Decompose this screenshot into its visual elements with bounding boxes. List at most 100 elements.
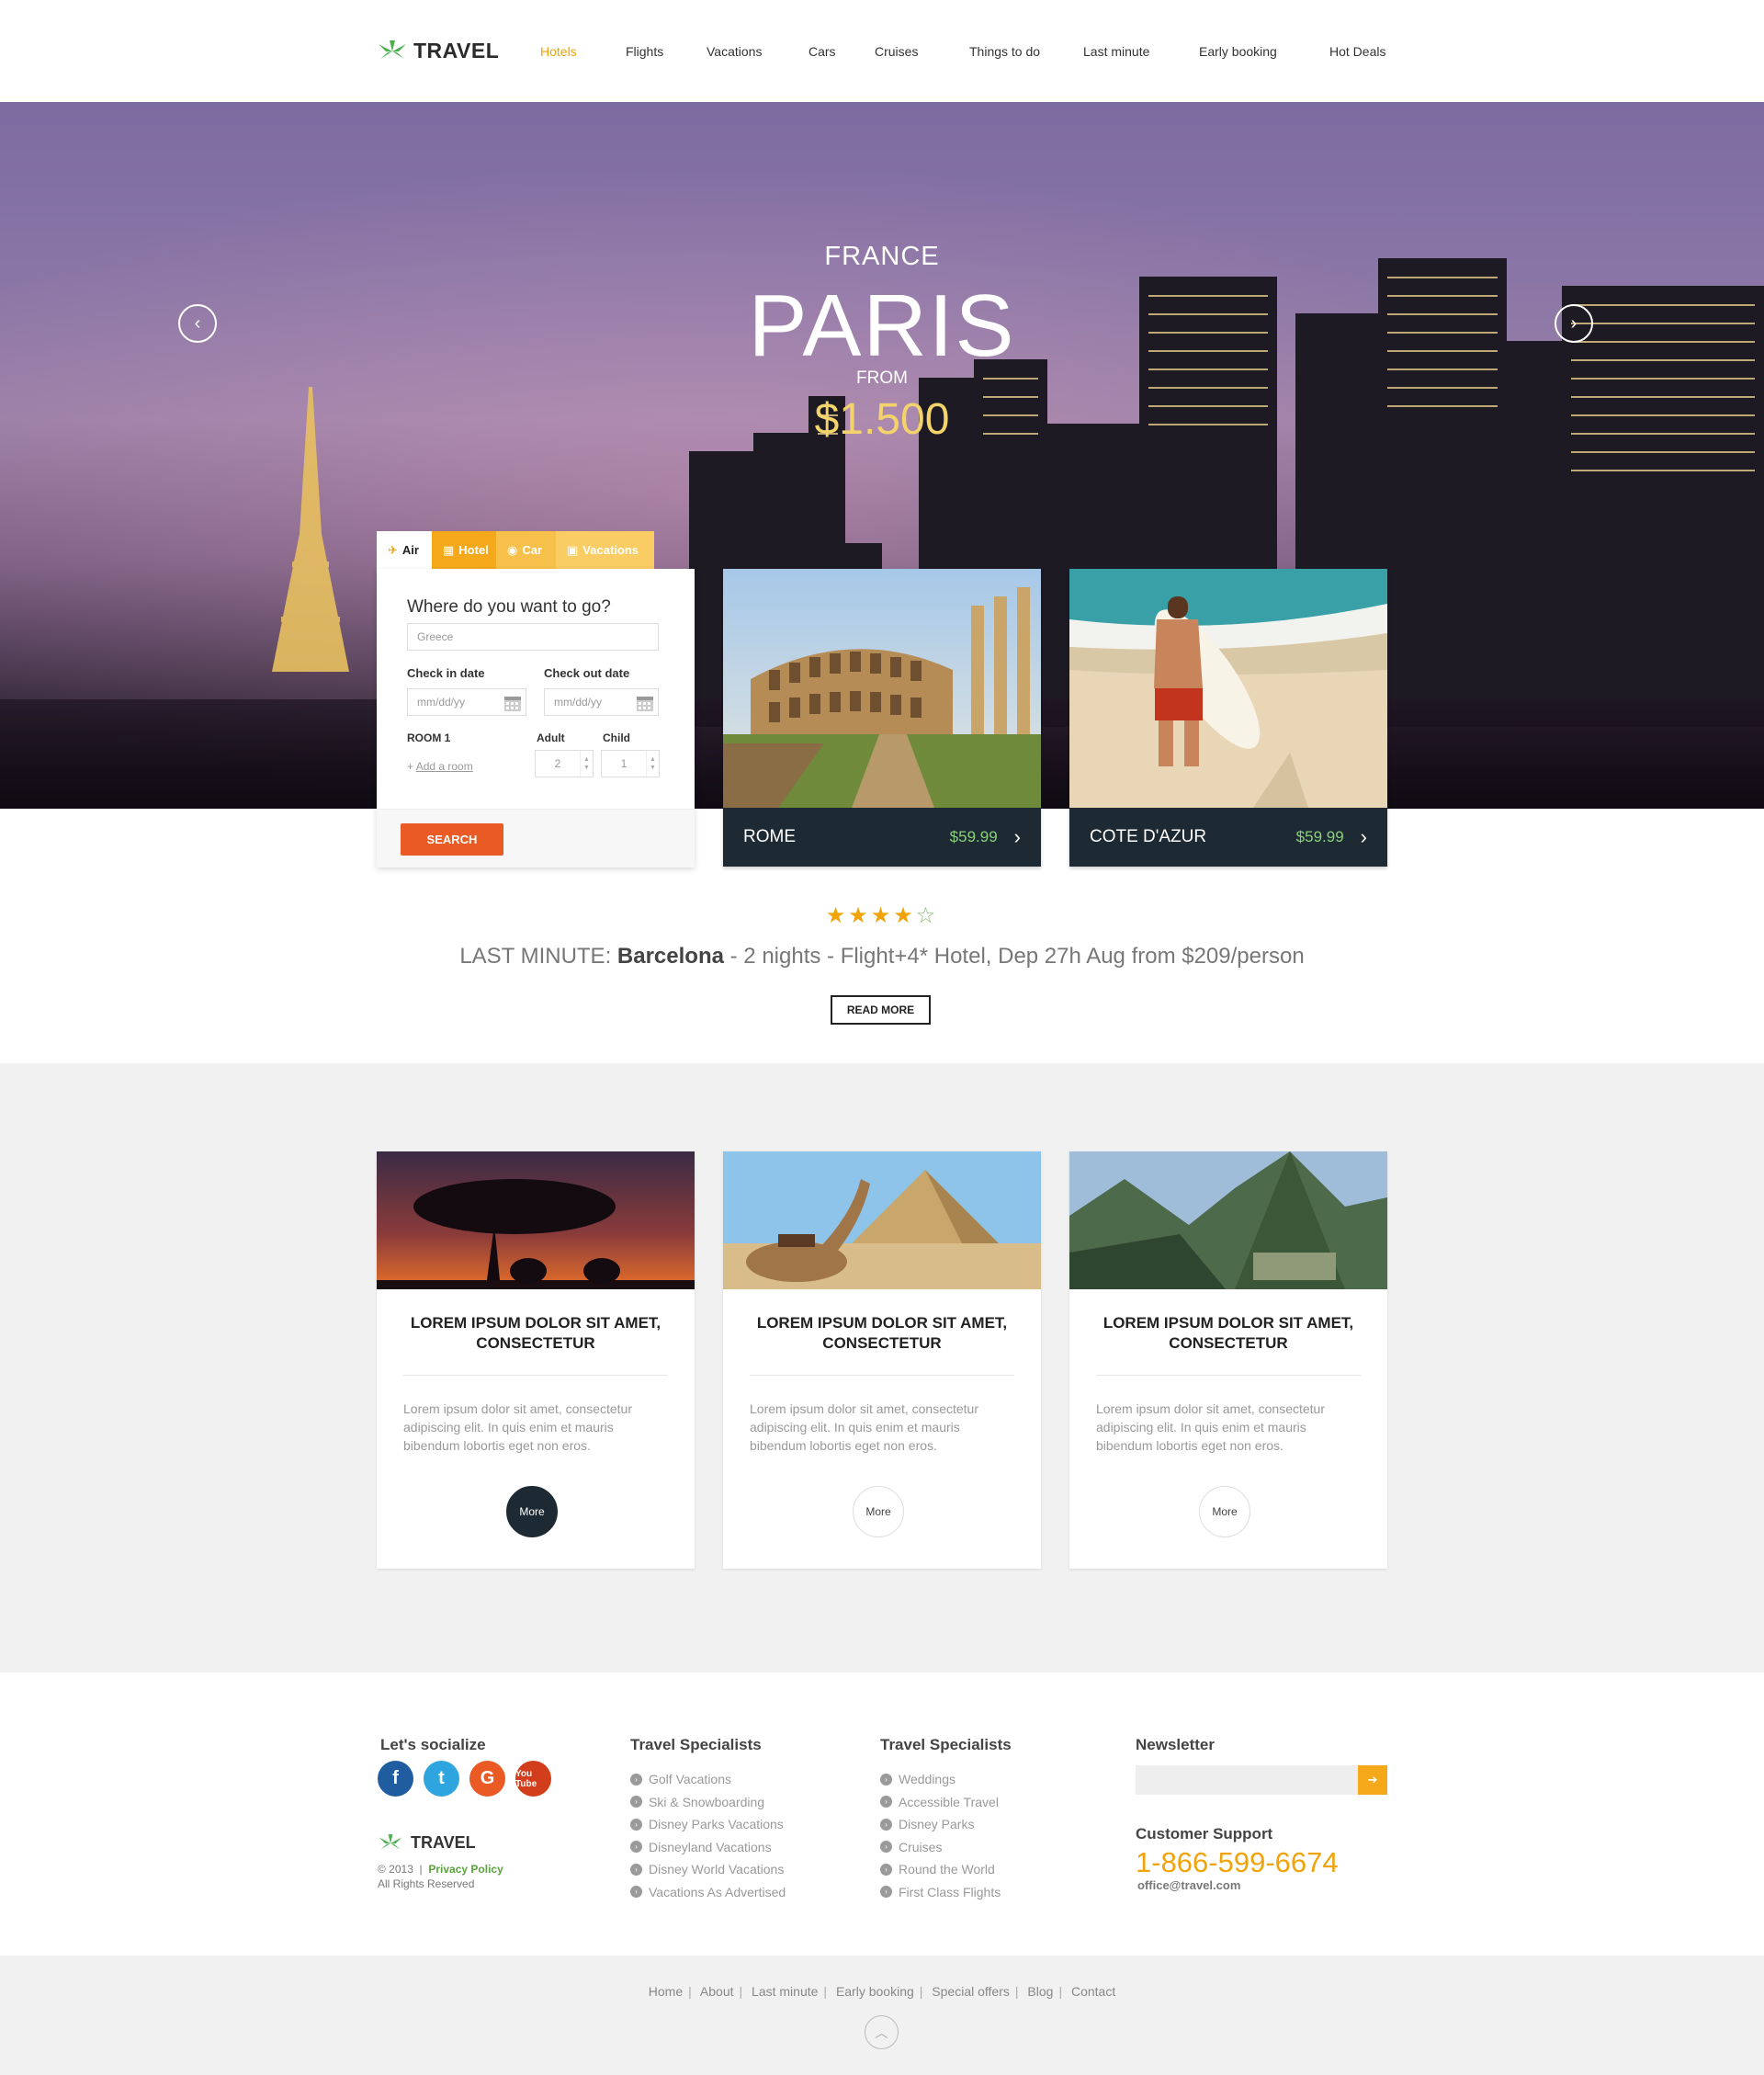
support-email[interactable]: office@travel.com: [1137, 1878, 1240, 1892]
nav-flights[interactable]: Flights: [626, 44, 663, 59]
car-icon: ◉: [507, 542, 518, 557]
checkin-label: Check in date: [407, 666, 485, 680]
caret-down-icon: ▼: [583, 765, 590, 771]
footer-link[interactable]: › Vacations As Advertised: [630, 1881, 786, 1904]
checkout-placeholder: mm/dd/yy: [554, 696, 603, 709]
feature-title: LOREM IPSUM DOLOR SIT AMET, CONSECTETUR: [410, 1314, 662, 1352]
destination-card-rome[interactable]: ROME $59.99 ›: [723, 569, 1041, 867]
link-separator: |: [688, 1984, 692, 1999]
arrow-bullet-icon: ›: [880, 1796, 892, 1809]
hero-city: PARIS: [748, 277, 1016, 375]
caret-up-icon: ▲: [650, 756, 656, 763]
arrow-bullet-icon: ›: [880, 1863, 892, 1876]
bottom-link-about[interactable]: About: [700, 1984, 734, 1999]
footer-link[interactable]: › Accessible Travel: [880, 1791, 1001, 1814]
child-stepper[interactable]: 1 ▲ ▼: [601, 750, 660, 777]
surfer-beach-image: [1069, 569, 1387, 808]
social-links: f t G You Tube: [378, 1761, 551, 1797]
footer-link[interactable]: › Ski & Snowboarding: [630, 1791, 786, 1814]
tab-vacations[interactable]: ▣ Vacations: [556, 531, 654, 569]
footer-link[interactable]: › Disney Parks Vacations: [630, 1813, 786, 1836]
more-button[interactable]: More: [853, 1486, 904, 1537]
more-button[interactable]: More: [506, 1486, 558, 1537]
footer-link-label: Weddings: [899, 1772, 956, 1787]
nav-vacations[interactable]: Vacations: [707, 44, 762, 59]
adult-value: 2: [554, 757, 561, 770]
tab-hotel[interactable]: ▦ Hotel: [432, 531, 496, 569]
destination-input[interactable]: Greece: [407, 623, 659, 651]
destination-name: COTE D'AZUR: [1090, 827, 1207, 846]
last-minute-details: - 2 nights - Flight+4* Hotel, Dep 27h Au…: [729, 944, 1305, 969]
support-heading: Customer Support: [1136, 1825, 1273, 1843]
checkout-date-input[interactable]: mm/dd/yy: [544, 688, 659, 716]
privacy-policy-link[interactable]: Privacy Policy: [428, 1863, 503, 1876]
back-to-top-button[interactable]: ︿: [865, 2015, 899, 2049]
youtube-icon[interactable]: You Tube: [515, 1761, 551, 1797]
footer-link-label: Disney World Vacations: [649, 1862, 785, 1877]
feature-text: Lorem ipsum dolor sit amet, consectetur …: [403, 1401, 632, 1453]
adult-spinner[interactable]: ▲ ▼: [580, 751, 593, 777]
footer-link[interactable]: › First Class Flights: [880, 1881, 1001, 1904]
bottom-link-contact[interactable]: Contact: [1071, 1984, 1115, 1999]
checkin-date-input[interactable]: mm/dd/yy: [407, 688, 526, 716]
bottom-link-special-offers[interactable]: Special offers: [932, 1984, 1010, 1999]
tab-vacations-label: Vacations: [582, 543, 639, 557]
footer-link[interactable]: › Round the World: [880, 1858, 1001, 1881]
read-more-button[interactable]: READ MORE: [831, 995, 931, 1025]
nav-hot-deals[interactable]: Hot Deals: [1329, 44, 1385, 59]
link-separator: |: [1058, 1984, 1063, 1999]
footer-logo[interactable]: TRAVEL: [378, 1833, 476, 1853]
footer-link[interactable]: › Golf Vacations: [630, 1768, 786, 1791]
nav-hotels[interactable]: Hotels: [540, 44, 577, 59]
footer-link[interactable]: › Disney Parks: [880, 1813, 1001, 1836]
slider-prev-button[interactable]: ‹: [178, 304, 217, 343]
chevron-up-icon: ︿: [875, 2024, 888, 2040]
last-minute-offer: LAST MINUTE: Barcelona - 2 nights - Flig…: [0, 944, 1764, 969]
link-separator: |: [919, 1984, 923, 1999]
adult-stepper[interactable]: 2 ▲ ▼: [535, 750, 594, 777]
more-button[interactable]: More: [1199, 1486, 1250, 1537]
support-phone[interactable]: 1-866-599-6674: [1136, 1846, 1339, 1879]
footer-link-label: Disney Parks Vacations: [649, 1817, 784, 1832]
nav-early-booking[interactable]: Early booking: [1199, 44, 1277, 59]
footer-link[interactable]: › Cruises: [880, 1836, 1001, 1859]
social-heading: Let's socialize: [380, 1736, 486, 1753]
child-spinner[interactable]: ▲ ▼: [646, 751, 659, 777]
copyright: © 2013 | Privacy Policy All Rights Reser…: [378, 1862, 503, 1891]
nav-things-to-do[interactable]: Things to do: [969, 44, 1040, 59]
tab-car[interactable]: ◉ Car: [496, 531, 556, 569]
footer-link-label: Disney Parks: [899, 1817, 975, 1832]
feature-text: Lorem ipsum dolor sit amet, consectetur …: [1096, 1401, 1325, 1453]
rights-text: All Rights Reserved: [378, 1877, 475, 1890]
destination-card-cote-dazur[interactable]: COTE D'AZUR $59.99 ›: [1069, 569, 1387, 867]
bottom-link-blog[interactable]: Blog: [1027, 1984, 1053, 1999]
facebook-icon[interactable]: f: [378, 1761, 413, 1797]
newsletter-email-input[interactable]: [1136, 1765, 1358, 1795]
twitter-icon[interactable]: t: [424, 1761, 459, 1797]
search-button[interactable]: SEARCH: [401, 823, 503, 856]
child-label: Child: [603, 731, 630, 744]
add-room-label: Add a room: [415, 760, 473, 773]
google-plus-icon[interactable]: G: [469, 1761, 505, 1797]
destination-placeholder: Greece: [417, 630, 454, 643]
nav-last-minute[interactable]: Last minute: [1083, 44, 1149, 59]
link-separator: |: [823, 1984, 828, 1999]
bottom-link-last-minute[interactable]: Last minute: [752, 1984, 818, 1999]
arrow-bullet-icon: ›: [630, 1796, 642, 1809]
calendar-icon[interactable]: [503, 694, 522, 712]
tab-air[interactable]: ✈ Air: [377, 531, 432, 569]
footer-link-label: Accessible Travel: [899, 1794, 999, 1809]
nav-cruises[interactable]: Cruises: [875, 44, 918, 59]
footer-link[interactable]: › Disney World Vacations: [630, 1858, 786, 1881]
calendar-icon[interactable]: [636, 694, 654, 712]
machu-picchu-image: [1069, 1151, 1387, 1289]
add-room-link[interactable]: + Add a room: [407, 760, 473, 773]
nav-cars[interactable]: Cars: [808, 44, 836, 59]
slider-next-button[interactable]: ›: [1555, 304, 1593, 343]
bottom-link-early-booking[interactable]: Early booking: [836, 1984, 914, 1999]
newsletter-submit-button[interactable]: ➔: [1358, 1765, 1387, 1795]
footer-link[interactable]: › Disneyland Vacations: [630, 1836, 786, 1859]
hotel-icon: ▦: [443, 542, 455, 557]
footer-link[interactable]: › Weddings: [880, 1768, 1001, 1791]
bottom-link-home[interactable]: Home: [649, 1984, 683, 1999]
